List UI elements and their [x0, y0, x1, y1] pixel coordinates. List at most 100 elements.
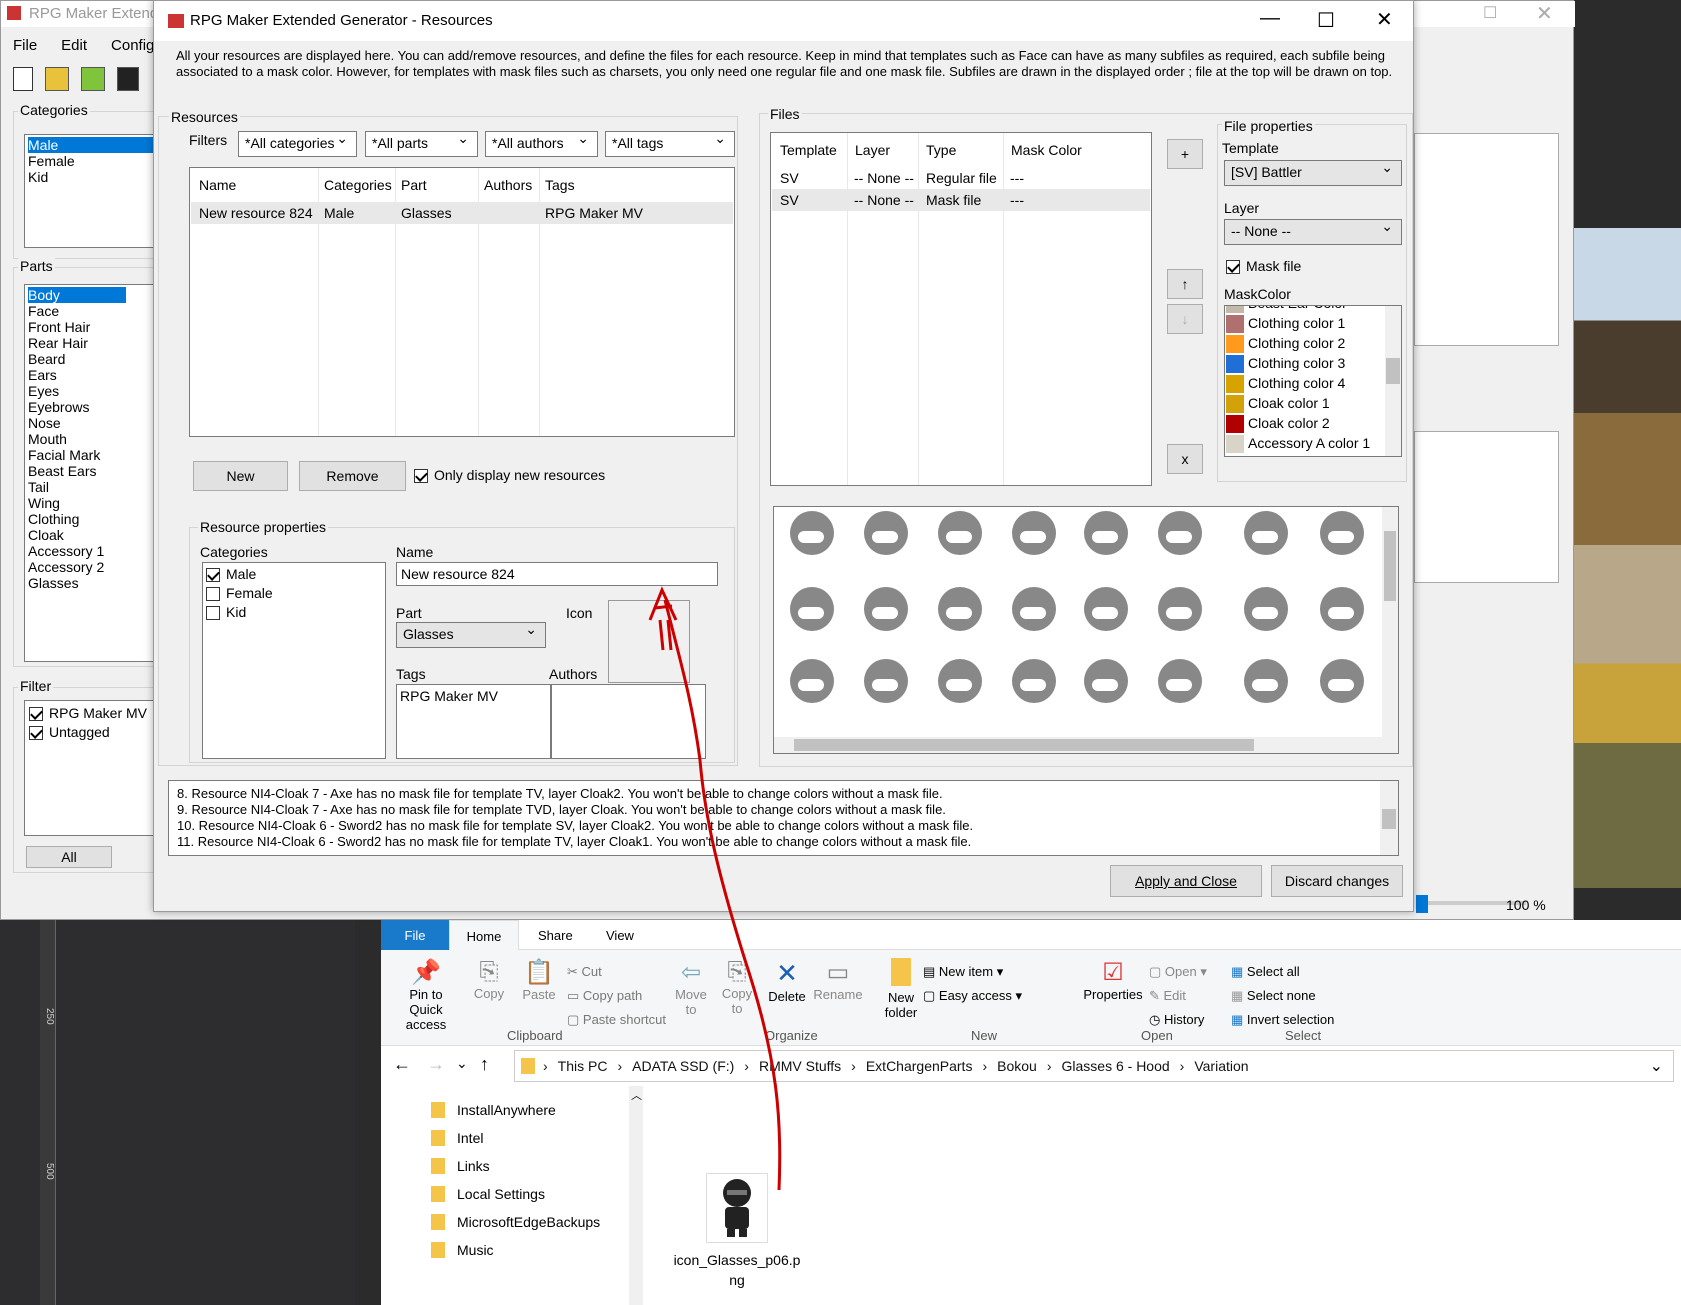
- open-icon[interactable]: [45, 67, 69, 91]
- breadcrumb-separator[interactable]: ›: [982, 1058, 987, 1074]
- filter-item[interactable]: RPG Maker MV: [29, 705, 169, 724]
- copy-path-button[interactable]: ▭ Copy path: [567, 984, 666, 1008]
- category-item[interactable]: Kid: [28, 169, 170, 185]
- breadcrumb-separator[interactable]: ›: [617, 1058, 622, 1074]
- table-row[interactable]: SV -- None -- Regular file ---: [772, 167, 1150, 189]
- new-button[interactable]: New: [193, 461, 288, 491]
- paste-button[interactable]: 📋 Paste: [517, 958, 561, 1002]
- tree-item[interactable]: Music: [431, 1236, 626, 1264]
- checkbox[interactable]: [29, 726, 43, 741]
- maskcolor-item[interactable]: Clothing color 1: [1226, 313, 1384, 334]
- checkbox[interactable]: [206, 606, 220, 621]
- menu-file[interactable]: File: [13, 37, 37, 54]
- breadcrumb-item[interactable]: Glasses 6 - Hood: [1062, 1058, 1170, 1074]
- checkbox[interactable]: [1226, 260, 1240, 275]
- scroll-thumb[interactable]: [1386, 358, 1400, 384]
- tree-item[interactable]: Intel: [431, 1124, 626, 1152]
- restore-icon[interactable]: ☐: [1483, 3, 1497, 23]
- column-header[interactable]: Layer: [855, 142, 890, 158]
- part-item[interactable]: Facial Mark: [28, 447, 170, 463]
- parts-list[interactable]: Body Face Front Hair Rear Hair Beard Ears Eyes…: [24, 284, 174, 662]
- minimize-icon[interactable]: —: [1260, 7, 1280, 30]
- part-item[interactable]: Rear Hair: [28, 335, 170, 351]
- vertical-scrollbar[interactable]: [1382, 507, 1398, 753]
- maskcolor-list[interactable]: Beast Ear Color Clothing color 1 Clothing …: [1224, 305, 1402, 457]
- scroll-thumb[interactable]: [1382, 809, 1396, 829]
- part-item[interactable]: Accessory 2: [28, 559, 170, 575]
- paste-shortcut-button[interactable]: ▢ Paste shortcut: [567, 1008, 666, 1032]
- category-check[interactable]: Male: [206, 566, 382, 585]
- close-icon[interactable]: ✕: [1536, 1, 1553, 26]
- part-item[interactable]: Glasses: [28, 575, 170, 591]
- column-header[interactable]: Tags: [545, 177, 575, 193]
- log-output[interactable]: 8. Resource NI4-Cloak 7 - Axe has no mas…: [168, 780, 1399, 856]
- all-button[interactable]: All: [26, 846, 112, 868]
- name-input[interactable]: [396, 562, 718, 586]
- discard-changes-button[interactable]: Discard changes: [1271, 865, 1403, 897]
- easy-access-button[interactable]: ▢ Easy access ▾: [923, 984, 1022, 1008]
- column-header[interactable]: Template: [780, 142, 837, 158]
- scroll-thumb[interactable]: [1384, 531, 1396, 601]
- add-icon[interactable]: [81, 67, 105, 91]
- part-item[interactable]: Clothing: [28, 511, 170, 527]
- breadcrumb-separator[interactable]: ›: [543, 1058, 548, 1074]
- filter-item[interactable]: Untagged: [29, 724, 169, 743]
- tags-input[interactable]: RPG Maker MV: [396, 684, 551, 759]
- part-item[interactable]: Front Hair: [28, 319, 170, 335]
- remove-button[interactable]: Remove: [299, 461, 406, 491]
- filter-list[interactable]: RPG Maker MV Untagged: [24, 700, 174, 836]
- save-icon[interactable]: [117, 67, 139, 91]
- tag-filter[interactable]: *All tags: [605, 130, 735, 157]
- tab-share[interactable]: Share: [538, 928, 573, 943]
- part-item[interactable]: Accessory 1: [28, 543, 170, 559]
- column-header[interactable]: Categories: [324, 177, 392, 193]
- breadcrumb-separator[interactable]: ›: [744, 1058, 749, 1074]
- tree-item[interactable]: InstallAnywhere: [431, 1096, 626, 1124]
- checkbox[interactable]: [414, 469, 428, 484]
- part-item[interactable]: Mouth: [28, 431, 170, 447]
- icon-drop-box[interactable]: [608, 600, 690, 683]
- part-item[interactable]: Cloak: [28, 527, 170, 543]
- log-scrollbar[interactable]: [1380, 781, 1398, 855]
- new-folder-button[interactable]: New folder: [881, 958, 921, 1020]
- part-item[interactable]: Wing: [28, 495, 170, 511]
- category-check[interactable]: Female: [206, 585, 382, 604]
- address-bar[interactable]: › This PC › ADATA SSD (F:) › RMMV Stuffs › ExtC…: [514, 1050, 1674, 1082]
- new-item-button[interactable]: ▤ New item ▾: [923, 960, 1022, 984]
- select-none-button[interactable]: ▦ Select none: [1231, 984, 1334, 1008]
- template-select[interactable]: [SV] Battler: [1224, 159, 1402, 186]
- pin-button[interactable]: 📌 Pin to Quick access: [391, 958, 461, 1032]
- maskcolor-item[interactable]: Clothing color 4: [1226, 373, 1384, 394]
- maskcolor-item[interactable]: Clothing color 3: [1226, 353, 1384, 374]
- maskcolor-item[interactable]: Clothing color 2: [1226, 333, 1384, 354]
- menu-config[interactable]: Config: [111, 37, 154, 54]
- table-row[interactable]: SV -- None -- Mask file ---: [772, 189, 1150, 211]
- maskcolor-item[interactable]: Cloak color 1: [1226, 393, 1384, 414]
- tab-view[interactable]: View: [606, 928, 634, 943]
- tree-item[interactable]: MicrosoftEdgeBackups: [431, 1208, 626, 1236]
- edit-button[interactable]: ✎ Edit: [1149, 984, 1207, 1008]
- sprite-preview[interactable]: [773, 506, 1399, 754]
- column-header[interactable]: Mask Color: [1011, 142, 1082, 158]
- breadcrumb-item[interactable]: Bokou: [997, 1058, 1037, 1074]
- chevron-down-icon[interactable]: ⌄: [1650, 1056, 1663, 1076]
- move-to-button[interactable]: ⇦ Move to: [671, 958, 711, 1017]
- chevron-up-icon[interactable]: ︿: [631, 1090, 642, 1102]
- checkbox[interactable]: [206, 587, 220, 602]
- delete-button[interactable]: ✕ Delete: [765, 958, 809, 1004]
- properties-button[interactable]: ☑ Properties: [1081, 958, 1145, 1002]
- cut-button[interactable]: ✂ Cut: [567, 960, 666, 984]
- breadcrumb-item[interactable]: Variation: [1194, 1058, 1248, 1074]
- copy-button[interactable]: ⎘ Copy: [467, 958, 511, 1001]
- breadcrumb-separator[interactable]: ›: [1047, 1058, 1052, 1074]
- column-header[interactable]: Name: [199, 177, 236, 193]
- categories-list[interactable]: Male Female Kid: [24, 134, 174, 248]
- column-header[interactable]: Type: [926, 142, 956, 158]
- category-item[interactable]: Male: [28, 137, 170, 153]
- breadcrumb-item[interactable]: ADATA SSD (F:): [632, 1058, 734, 1074]
- move-up-button[interactable]: ↑: [1167, 269, 1203, 299]
- breadcrumb-item[interactable]: This PC: [558, 1058, 608, 1074]
- part-item[interactable]: Body: [28, 287, 126, 303]
- layer-select[interactable]: -- None --: [1224, 218, 1402, 245]
- part-item[interactable]: Eyes: [28, 383, 170, 399]
